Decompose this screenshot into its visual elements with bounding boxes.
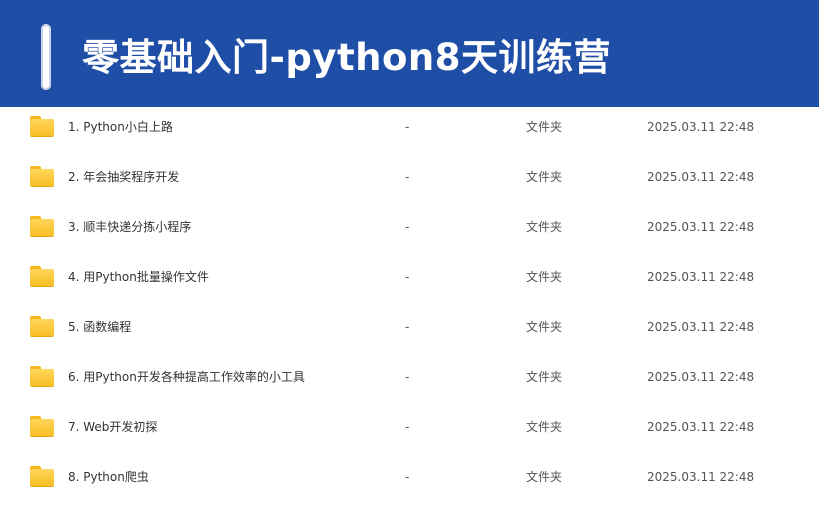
file-size: - — [405, 220, 410, 234]
file-size: - — [405, 420, 410, 434]
file-type: 文件夹 — [526, 370, 563, 384]
file-row[interactable]: 6. 用Python开发各种提高工作效率的小工具 - 文件夹 2025.03.1… — [0, 352, 819, 402]
file-row[interactable]: 3. 顺丰快递分拣小程序 - 文件夹 2025.03.11 22:48 — [0, 202, 819, 252]
file-type: 文件夹 — [526, 420, 563, 434]
file-name[interactable]: 3. 顺丰快递分拣小程序 — [68, 202, 191, 252]
file-row[interactable]: 7. Web开发初探 - 文件夹 2025.03.11 22:48 — [0, 402, 819, 452]
file-date: 2025.03.11 22:48 — [647, 120, 755, 134]
file-type: 文件夹 — [526, 270, 563, 284]
file-date: 2025.03.11 22:48 — [647, 220, 755, 234]
folder-icon — [30, 216, 54, 236]
folder-icon — [30, 166, 54, 186]
file-name[interactable]: 7. Web开发初探 — [68, 402, 157, 452]
file-name[interactable]: 2. 年会抽奖程序开发 — [68, 152, 179, 202]
file-date: 2025.03.11 22:48 — [647, 170, 755, 184]
file-row[interactable]: 2. 年会抽奖程序开发 - 文件夹 2025.03.11 22:48 — [0, 152, 819, 202]
file-type: 文件夹 — [526, 470, 563, 484]
file-name[interactable]: 1. Python小白上路 — [68, 102, 173, 152]
file-name[interactable]: 6. 用Python开发各种提高工作效率的小工具 — [68, 352, 305, 402]
banner-accent-bar — [41, 24, 51, 90]
file-date: 2025.03.11 22:48 — [647, 370, 755, 384]
file-size: - — [405, 370, 410, 384]
page-title: 零基础入门-python8天训练营 — [82, 36, 611, 79]
file-type: 文件夹 — [526, 170, 563, 184]
folder-icon — [30, 266, 54, 286]
file-size: - — [405, 170, 410, 184]
header-banner: 零基础入门-python8天训练营 — [0, 0, 819, 107]
folder-icon — [30, 116, 54, 136]
file-size: - — [405, 120, 410, 134]
file-date: 2025.03.11 22:48 — [647, 470, 755, 484]
file-name[interactable]: 8. Python爬虫 — [68, 452, 149, 502]
file-type: 文件夹 — [526, 320, 563, 334]
file-date: 2025.03.11 22:48 — [647, 270, 755, 284]
folder-icon — [30, 416, 54, 436]
file-name[interactable]: 5. 函数编程 — [68, 302, 131, 352]
folder-icon — [30, 366, 54, 386]
file-size: - — [405, 320, 410, 334]
folder-icon — [30, 316, 54, 336]
file-type: 文件夹 — [526, 120, 563, 134]
file-date: 2025.03.11 22:48 — [647, 320, 755, 334]
file-row[interactable]: 4. 用Python批量操作文件 - 文件夹 2025.03.11 22:48 — [0, 252, 819, 302]
file-size: - — [405, 270, 410, 284]
file-row[interactable]: 8. Python爬虫 - 文件夹 2025.03.11 22:48 — [0, 452, 819, 502]
file-type: 文件夹 — [526, 220, 563, 234]
file-row[interactable]: 1. Python小白上路 - 文件夹 2025.03.11 22:48 — [0, 102, 819, 152]
file-list: 1. Python小白上路 - 文件夹 2025.03.11 22:48 2. … — [0, 102, 819, 502]
folder-icon — [30, 466, 54, 486]
file-row[interactable]: 5. 函数编程 - 文件夹 2025.03.11 22:48 — [0, 302, 819, 352]
file-name[interactable]: 4. 用Python批量操作文件 — [68, 252, 209, 302]
file-date: 2025.03.11 22:48 — [647, 420, 755, 434]
file-size: - — [405, 470, 410, 484]
